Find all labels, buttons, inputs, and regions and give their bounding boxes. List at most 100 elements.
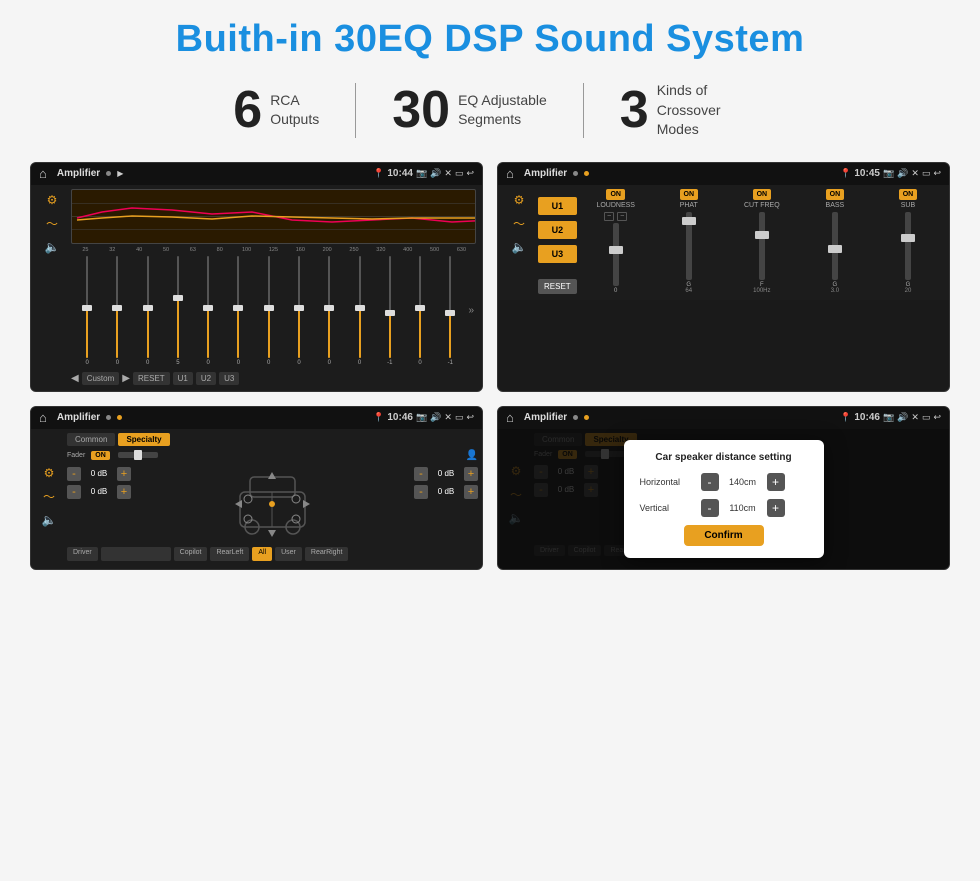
reset-crossover[interactable]: RESET [538, 279, 577, 294]
fader-2[interactable]: 0 [134, 256, 162, 366]
loudness-value: 0 [614, 288, 617, 294]
db-control-0: - 0 dB + [67, 467, 131, 481]
db-plus-2[interactable]: + [464, 467, 478, 481]
horizontal-plus-btn[interactable]: + [767, 473, 785, 491]
home-icon-1[interactable]: ⌂ [39, 166, 47, 181]
toggle-loudness[interactable]: ON [606, 189, 625, 200]
spk-sidebar-icon-1[interactable]: ⚙ [44, 466, 55, 480]
vertical-value: 110cm [723, 503, 763, 513]
fader-7[interactable]: 0 [285, 256, 313, 366]
toggle-cutfreq[interactable]: ON [753, 189, 772, 200]
spk-sidebar-icon-3[interactable]: 🔈 [42, 513, 57, 527]
spk-sidebar-icon-2[interactable]: 〜 [43, 488, 55, 505]
db-minus-2[interactable]: - [414, 467, 428, 481]
stat-crossover-text: Kinds of Crossover Modes [657, 81, 747, 140]
toggle-phat[interactable]: ON [680, 189, 699, 200]
volume-icon-3: 🔊 [430, 412, 441, 423]
speaker-control-space [101, 547, 171, 561]
speaker-bottom-btns: Driver Copilot RearLeft All User RearRig… [67, 547, 478, 561]
eq-main: 25 32 40 50 63 80 100 125 160 200 250 32… [71, 189, 476, 385]
db-minus-3[interactable]: - [414, 485, 428, 499]
db-plus-0[interactable]: + [117, 467, 131, 481]
fader-5[interactable]: 0 [224, 256, 252, 366]
back-icon-3[interactable]: ↩ [466, 412, 474, 423]
dialog-overlay: Car speaker distance setting Horizontal … [498, 429, 949, 569]
btn-all[interactable]: All [252, 547, 272, 561]
back-icon-4[interactable]: ↩ [933, 412, 941, 423]
u2-select[interactable]: U2 [538, 221, 577, 239]
back-icon-1[interactable]: ↩ [466, 168, 474, 179]
eq-curve-area [71, 189, 476, 244]
crossover-sidebar-icon-1[interactable]: ⚙ [514, 193, 525, 207]
crossover-sidebar-icon-3[interactable]: 🔈 [512, 240, 527, 254]
back-icon-2[interactable]: ↩ [933, 168, 941, 179]
eq-sidebar-icon-1[interactable]: ⚙ [47, 193, 58, 207]
eq-expand-icon[interactable]: » [468, 305, 474, 316]
home-icon-2[interactable]: ⌂ [506, 166, 514, 181]
prev-btn[interactable]: ◀ [71, 373, 79, 384]
speaker-settings-icon[interactable]: 👤 [466, 450, 478, 461]
db-plus-3[interactable]: + [464, 485, 478, 499]
toggle-bass[interactable]: ON [826, 189, 845, 200]
custom-btn[interactable]: Custom [82, 372, 120, 385]
db-minus-0[interactable]: - [67, 467, 81, 481]
curve-opt-1[interactable]: ~ [604, 212, 614, 221]
reset-btn[interactable]: RESET [133, 372, 170, 385]
sub-val: 20 [905, 288, 912, 294]
sub-fader[interactable] [905, 212, 911, 280]
fader-8[interactable]: 0 [315, 256, 343, 366]
eq-sidebar-icon-3[interactable]: 🔈 [45, 240, 60, 254]
btn-driver[interactable]: Driver [67, 547, 98, 561]
fader-0[interactable]: 0 [73, 256, 101, 366]
btn-rearleft[interactable]: RearLeft [210, 547, 249, 561]
btn-copilot[interactable]: Copilot [174, 547, 208, 561]
battery-icon-2: ▭ [922, 168, 931, 179]
eq-sidebar-icon-2[interactable]: 〜 [46, 215, 58, 232]
fader-12[interactable]: -1 [436, 256, 464, 366]
crossover-sidebar-icon-2[interactable]: 〜 [513, 215, 525, 232]
vertical-minus-btn[interactable]: - [701, 499, 719, 517]
fader-10[interactable]: -1 [376, 256, 404, 366]
status-icons-3: 📍 10:46 📷 🔊 ✕ ▭ ↩ [373, 412, 474, 423]
db-control-2: - 0 dB + [414, 467, 478, 481]
screen-dialog: ⌂ Amplifier 📍 10:46 📷 🔊 ✕ ▭ ↩ [497, 406, 950, 570]
confirm-button[interactable]: Confirm [684, 525, 764, 546]
fader-9[interactable]: 0 [345, 256, 373, 366]
u2-btn[interactable]: U2 [196, 372, 216, 385]
loudness-fader[interactable] [613, 223, 619, 286]
fader-6[interactable]: 0 [255, 256, 283, 366]
bass-fader[interactable] [832, 212, 838, 280]
fader-11[interactable]: 0 [406, 256, 434, 366]
tab-specialty[interactable]: Specialty [118, 433, 169, 446]
u1-btn[interactable]: U1 [173, 372, 193, 385]
crossover-sidebar: ⚙ 〜 🔈 [504, 189, 534, 294]
db-minus-1[interactable]: - [67, 485, 81, 499]
u1-select[interactable]: U1 [538, 197, 577, 215]
volume-icon-2: 🔊 [897, 168, 908, 179]
home-icon-3[interactable]: ⌂ [39, 410, 47, 425]
phat-fader[interactable] [686, 212, 692, 280]
fader-3[interactable]: 5 [164, 256, 192, 366]
u3-btn[interactable]: U3 [219, 372, 239, 385]
horizontal-minus-btn[interactable]: - [701, 473, 719, 491]
btn-rearright[interactable]: RearRight [305, 547, 349, 561]
location-icon-1: 📍 [373, 168, 384, 179]
btn-user[interactable]: User [275, 547, 302, 561]
fader-1[interactable]: 0 [103, 256, 131, 366]
cutfreq-fader[interactable] [759, 212, 765, 280]
fader-slider[interactable] [118, 452, 158, 458]
channel-phat: ON PHAT G 64 [654, 189, 724, 294]
db-plus-1[interactable]: + [117, 485, 131, 499]
fader-on-badge[interactable]: ON [91, 451, 110, 460]
curve-opt-2[interactable]: ~ [617, 212, 627, 221]
eq-sidebar: ⚙ 〜 🔈 [37, 189, 67, 385]
dot-icon-2b [584, 171, 589, 176]
tab-common[interactable]: Common [67, 433, 115, 446]
fader-thumb[interactable] [134, 450, 142, 460]
u3-select[interactable]: U3 [538, 245, 577, 263]
vertical-plus-btn[interactable]: + [767, 499, 785, 517]
toggle-sub[interactable]: ON [899, 189, 918, 200]
fader-4[interactable]: 0 [194, 256, 222, 366]
home-icon-4[interactable]: ⌂ [506, 410, 514, 425]
play-btn[interactable]: ▶ [122, 373, 130, 384]
